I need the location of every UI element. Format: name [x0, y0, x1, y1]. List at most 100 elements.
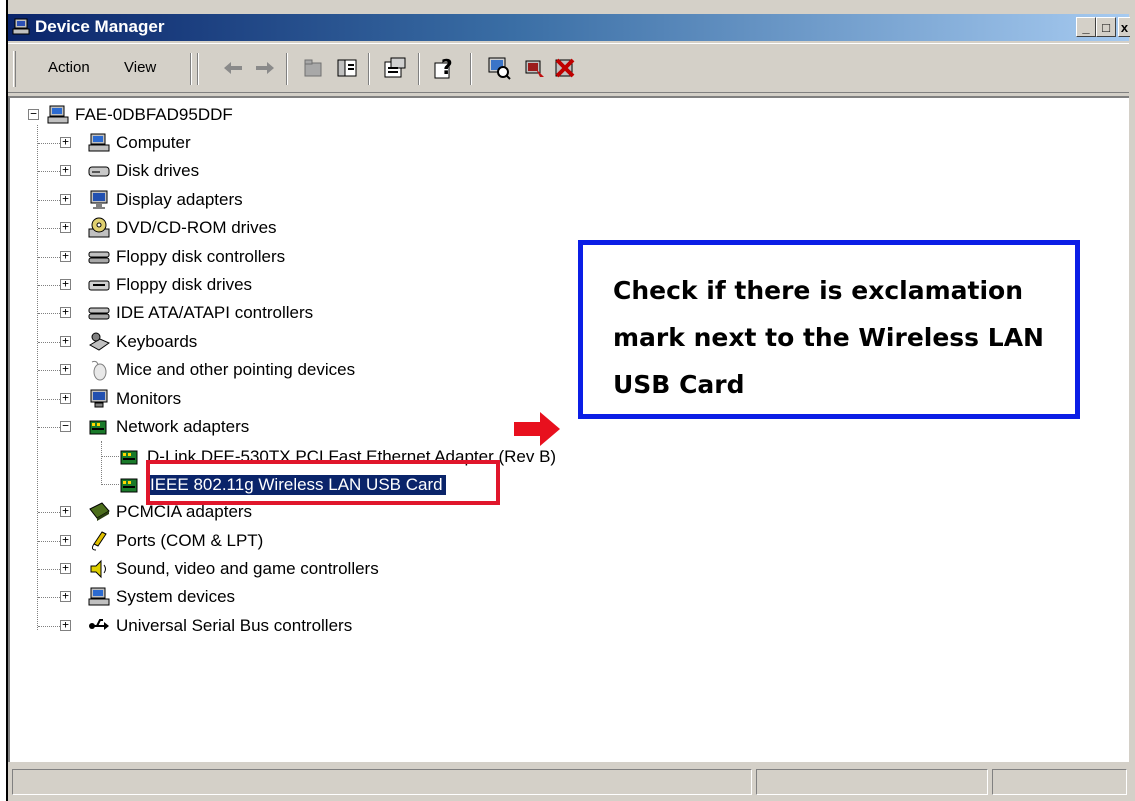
expand-toggle[interactable]: +: [60, 164, 71, 177]
update-driver-icon[interactable]: [522, 55, 548, 81]
tree-item-label: Disk drives: [116, 161, 200, 181]
pointer-arrow-icon: [514, 412, 560, 446]
tree-item-computer[interactable]: Computer: [88, 130, 191, 156]
tree-connector: [38, 143, 60, 144]
tree-connector: [38, 540, 60, 542]
toolbar-separator: [197, 53, 199, 85]
expand-toggle[interactable]: +: [60, 278, 71, 290]
tree-item-label: Universal Serial Bus controllers: [116, 615, 353, 635]
toolbar-separator: [286, 53, 288, 85]
tree-connector: [38, 341, 60, 343]
tree-item-universal-serial-bus-controllers[interactable]: Universal Serial Bus controllers: [88, 613, 352, 639]
tree-item-keyboards[interactable]: Keyboards: [88, 329, 197, 355]
collapse-root-toggle[interactable]: −: [28, 108, 39, 120]
uninstall-icon[interactable]: [552, 55, 578, 81]
expand-toggle[interactable]: +: [60, 619, 71, 631]
menu-action[interactable]: Action: [48, 59, 90, 76]
controller-icon: [88, 251, 110, 264]
computer-icon: [47, 105, 69, 124]
toolbar-grip[interactable]: [13, 51, 16, 87]
show-hide-tree-icon[interactable]: [334, 55, 360, 81]
scan-hardware-icon[interactable]: [486, 55, 512, 81]
callout-text: Check if there is exclamation mark next …: [613, 276, 1044, 399]
usb-icon: [89, 618, 109, 630]
toolbar-separator: [368, 53, 370, 85]
window-title: Device Manager: [35, 17, 165, 36]
tree-connector: [38, 256, 60, 258]
expand-toggle[interactable]: +: [60, 193, 71, 205]
tree-item-sound-video-and-game-controllers[interactable]: Sound, video and game controllers: [88, 556, 379, 582]
forward-icon[interactable]: [252, 55, 278, 81]
expand-toggle[interactable]: +: [60, 392, 71, 404]
tree-item-network-adapters[interactable]: Network adapters: [88, 414, 249, 440]
pcmcia-icon: [89, 502, 110, 522]
tree-item-system-devices[interactable]: System devices: [88, 584, 235, 610]
mouse-icon: [91, 361, 107, 381]
menu-view[interactable]: View: [124, 59, 156, 76]
tree-root[interactable]: FAE-0DBFAD95DDF: [47, 102, 233, 128]
display-adapter-icon: [90, 190, 108, 209]
tree-item-ide-ata-atapi-controllers[interactable]: IDE ATA/ATAPI controllers: [88, 300, 313, 326]
tree-connector: [38, 313, 60, 315]
expand-toggle[interactable]: +: [60, 136, 71, 148]
tree-item-label: Computer: [116, 133, 191, 152]
tree-item-label: Sound, video and game controllers: [116, 559, 379, 578]
sound-icon: [90, 559, 106, 579]
help-icon[interactable]: ?: [432, 55, 458, 81]
expand-toggle[interactable]: +: [60, 250, 71, 262]
expand-toggle[interactable]: +: [60, 534, 71, 546]
status-panel-main: [12, 769, 752, 795]
expand-toggle[interactable]: +: [60, 505, 71, 518]
expand-toggle[interactable]: +: [60, 306, 71, 319]
maximize-button[interactable]: □: [1096, 17, 1116, 37]
close-button[interactable]: x: [1118, 17, 1130, 37]
tree-connector: [101, 456, 119, 457]
tree-connector: [38, 597, 60, 599]
toolbar-separator: [190, 53, 192, 85]
back-icon[interactable]: [220, 55, 246, 81]
tree-item-disk-drives[interactable]: Disk drives: [88, 158, 199, 184]
expand-toggle[interactable]: +: [60, 335, 71, 347]
minimize-button[interactable]: _: [1076, 17, 1096, 37]
expand-toggle[interactable]: +: [60, 221, 71, 234]
keyboard-icon: [89, 332, 110, 351]
tree-connector: [38, 427, 60, 428]
title-bar[interactable]: Device Manager _ □ x: [8, 14, 1130, 41]
tree-connector: [38, 171, 60, 173]
tree-item-floppy-disk-drives[interactable]: Floppy disk drives: [88, 272, 252, 298]
tree-connector: [101, 484, 119, 485]
menu-toolbar: Action View ?: [8, 43, 1129, 93]
tree-connector: [38, 625, 60, 627]
tree-item-label: IDE ATA/ATAPI controllers: [116, 303, 314, 323]
tree-item-mice-and-other-pointing-devices[interactable]: Mice and other pointing devices: [88, 357, 355, 383]
expand-toggle[interactable]: +: [60, 590, 71, 603]
expand-toggle[interactable]: +: [60, 363, 71, 376]
network-adapter-icon: [120, 478, 138, 493]
tree-connector: [38, 285, 60, 286]
up-icon[interactable]: [300, 55, 326, 81]
tree-item-display-adapters[interactable]: Display adapters: [88, 187, 243, 213]
system-icon: [88, 587, 110, 606]
controller-icon: [88, 307, 110, 320]
cdrom-icon: [88, 217, 110, 238]
tree-item-label: System devices: [116, 587, 236, 607]
status-panel-3: [992, 769, 1127, 795]
tree-connector: [38, 199, 60, 201]
tree-connector: [38, 398, 60, 400]
tree-connector: [38, 228, 60, 230]
tree-item-monitors[interactable]: Monitors: [88, 386, 181, 412]
expand-toggle[interactable]: −: [60, 420, 71, 432]
tree-item-ports-com-lpt[interactable]: Ports (COM & LPT): [88, 528, 263, 554]
tree-item-label: Ports (COM & LPT): [116, 530, 264, 550]
tree-item-label: Mice and other pointing devices: [116, 360, 356, 380]
network-adapter-icon: [89, 420, 107, 435]
tree-item-dvd-cd-rom-drives[interactable]: DVD/CD-ROM drives: [88, 215, 277, 241]
status-bar: [8, 767, 1129, 797]
floppy-drive-icon: [88, 280, 110, 291]
toolbar-separator: [470, 53, 472, 85]
tree-item-label: Keyboards: [116, 331, 198, 351]
expand-toggle[interactable]: +: [60, 562, 71, 574]
tree-item-floppy-disk-controllers[interactable]: Floppy disk controllers: [88, 244, 285, 270]
properties-icon[interactable]: [382, 55, 408, 81]
tree-connector: [101, 441, 102, 485]
